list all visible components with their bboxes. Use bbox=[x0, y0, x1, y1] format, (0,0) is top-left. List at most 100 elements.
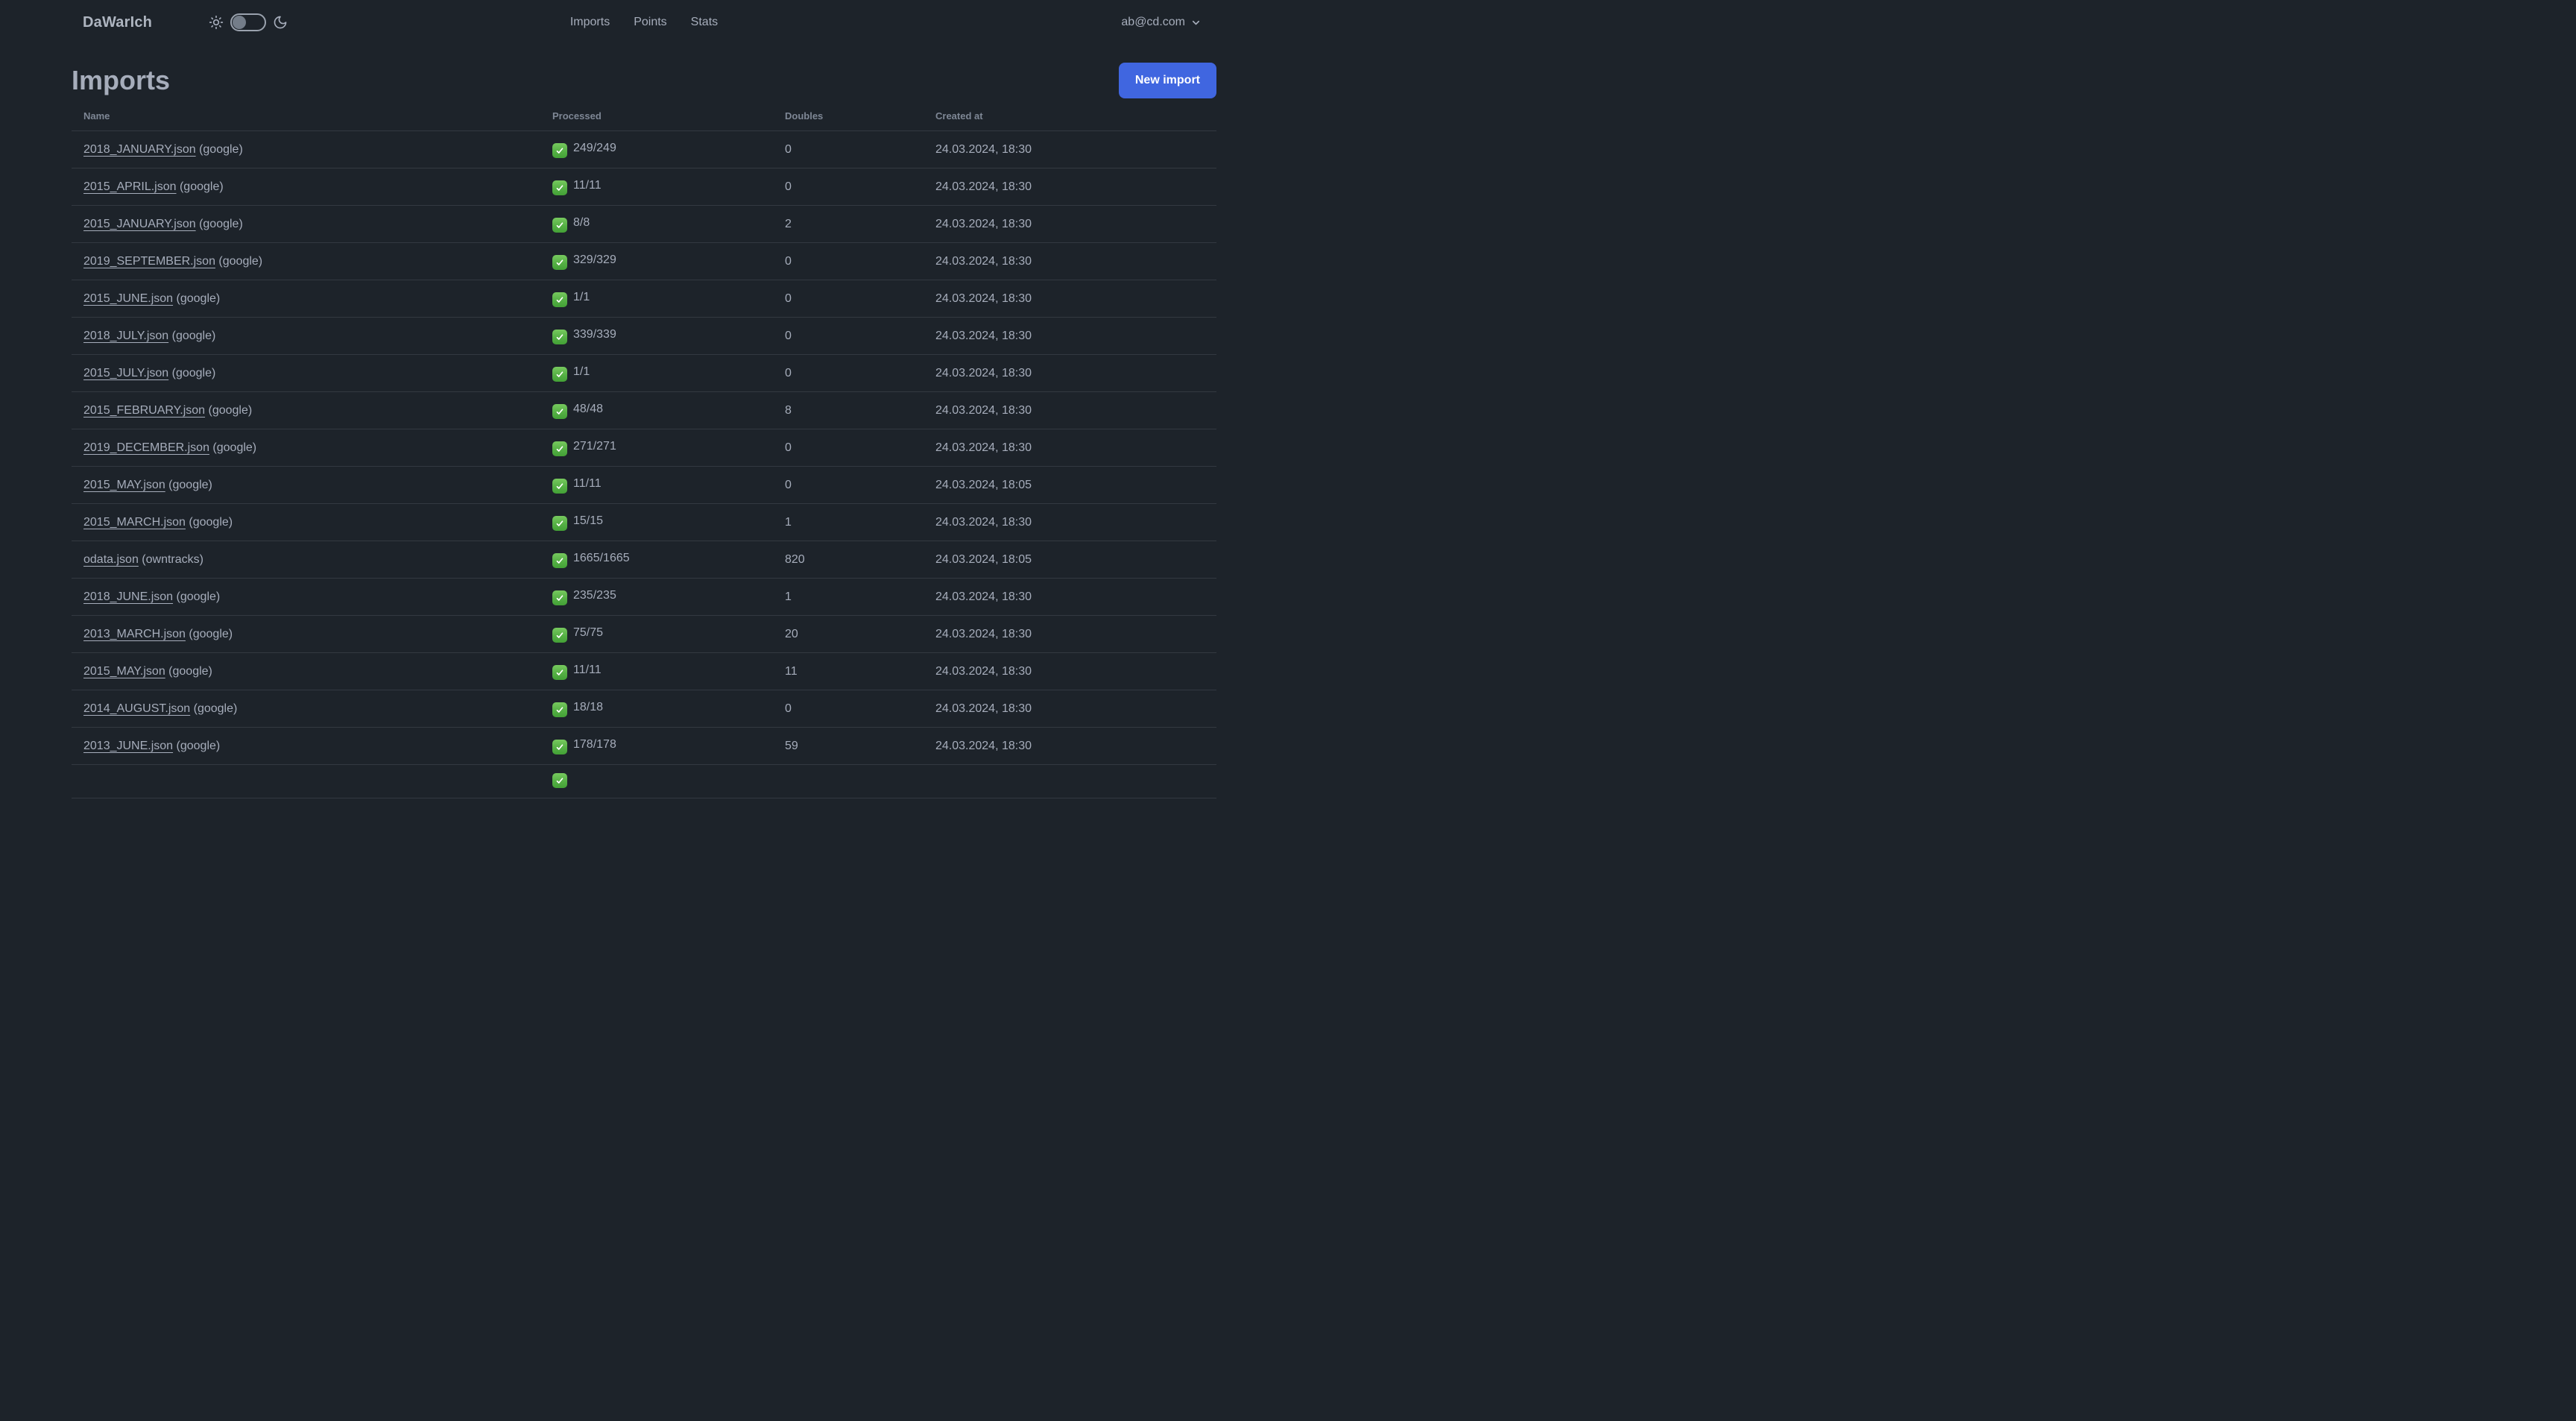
import-file-link[interactable]: 2019_SEPTEMBER.json bbox=[83, 255, 215, 268]
table-row: 2015_JULY.json (google) 1/1 0 24.03.2024… bbox=[72, 354, 1216, 392]
created-at-cell: 24.03.2024, 18:05 bbox=[924, 466, 1216, 504]
nav-link-points[interactable]: Points bbox=[634, 16, 666, 29]
created-at-cell: 24.03.2024, 18:30 bbox=[924, 503, 1216, 541]
import-file-link[interactable]: 2018_JULY.json bbox=[83, 330, 168, 342]
processed-cell: 15/15 bbox=[540, 503, 773, 541]
processed-count: 339/339 bbox=[573, 328, 616, 341]
import-file-link[interactable]: 2018_JUNE.json bbox=[83, 590, 173, 603]
doubles-cell: 8 bbox=[773, 391, 924, 429]
doubles-cell: 0 bbox=[773, 317, 924, 355]
import-file-link[interactable]: 2018_JANUARY.json bbox=[83, 143, 196, 156]
name-cell: 2015_MAY.json (google) bbox=[72, 466, 540, 504]
name-cell: 2015_JULY.json (google) bbox=[72, 354, 540, 392]
created-at-cell: 24.03.2024, 18:30 bbox=[924, 429, 1216, 467]
import-file-link[interactable]: 2015_FEBRUARY.json bbox=[83, 404, 205, 417]
import-source-label: (google) bbox=[176, 180, 224, 193]
created-at-cell: 24.03.2024, 18:30 bbox=[924, 280, 1216, 318]
table-row: 2018_JANUARY.json (google) 249/249 0 24.… bbox=[72, 130, 1216, 168]
check-icon bbox=[552, 516, 567, 531]
theme-toggle-group bbox=[209, 13, 288, 31]
import-file-link[interactable]: 2013_JUNE.json bbox=[83, 740, 173, 752]
created-at-cell: 24.03.2024, 18:30 bbox=[924, 130, 1216, 168]
import-file-link[interactable]: 2015_JUNE.json bbox=[83, 292, 173, 305]
name-cell: 2015_MAY.json (google) bbox=[72, 652, 540, 690]
table-row: 2015_FEBRUARY.json (google) 48/48 8 24.0… bbox=[72, 391, 1216, 429]
sun-icon bbox=[209, 15, 224, 30]
processed-count: 48/48 bbox=[573, 403, 604, 415]
table-row: 2015_JANUARY.json (google) 8/8 2 24.03.2… bbox=[72, 205, 1216, 243]
account-email: ab@cd.com bbox=[1121, 16, 1185, 28]
name-cell: 2015_JUNE.json (google) bbox=[72, 280, 540, 318]
table-row bbox=[72, 764, 1216, 798]
app-logo[interactable]: DaWarIch bbox=[83, 14, 152, 31]
created-at-cell: 24.03.2024, 18:30 bbox=[924, 615, 1216, 653]
created-at-cell: 24.03.2024, 18:30 bbox=[924, 727, 1216, 765]
doubles-cell: 0 bbox=[773, 429, 924, 467]
processed-count: 11/11 bbox=[573, 664, 602, 676]
name-cell: 2015_APRIL.json (google) bbox=[72, 168, 540, 206]
check-icon bbox=[552, 628, 567, 643]
doubles-cell bbox=[773, 764, 924, 798]
processed-count: 11/11 bbox=[573, 477, 602, 490]
name-cell: 2015_JANUARY.json (google) bbox=[72, 205, 540, 243]
name-cell: 2015_FEBRUARY.json (google) bbox=[72, 391, 540, 429]
doubles-cell: 20 bbox=[773, 615, 924, 653]
import-file-link[interactable]: 2014_AUGUST.json bbox=[83, 702, 190, 715]
created-at-cell: 24.03.2024, 18:30 bbox=[924, 354, 1216, 392]
table-row: 2014_AUGUST.json (google) 18/18 0 24.03.… bbox=[72, 690, 1216, 728]
import-file-link[interactable]: 2019_DECEMBER.json bbox=[83, 441, 209, 454]
processed-cell: 249/249 bbox=[540, 130, 773, 168]
import-file-link[interactable]: 2015_MAY.json bbox=[83, 665, 165, 678]
table-header-row: Name Processed Doubles Created at bbox=[72, 101, 1216, 131]
import-source-label: (google) bbox=[173, 740, 221, 752]
import-file-link[interactable]: 2015_APRIL.json bbox=[83, 180, 177, 193]
nav-link-imports[interactable]: Imports bbox=[570, 16, 610, 29]
check-icon bbox=[552, 292, 567, 307]
import-file-link[interactable]: 2015_MARCH.json bbox=[83, 516, 186, 529]
processed-cell: 11/11 bbox=[540, 652, 773, 690]
name-cell bbox=[72, 764, 540, 798]
processed-cell: 11/11 bbox=[540, 168, 773, 206]
processed-count: 1/1 bbox=[573, 291, 590, 303]
created-at-cell: 24.03.2024, 18:30 bbox=[924, 242, 1216, 280]
import-file-link[interactable]: 2015_MAY.json bbox=[83, 479, 165, 491]
doubles-cell: 0 bbox=[773, 690, 924, 728]
processed-cell: 1665/1665 bbox=[540, 541, 773, 579]
import-file-link[interactable]: 2013_MARCH.json bbox=[83, 628, 186, 640]
check-icon bbox=[552, 740, 567, 754]
table-row: 2015_MAY.json (google) 11/11 11 24.03.20… bbox=[72, 652, 1216, 690]
import-source-label: (google) bbox=[165, 665, 212, 678]
import-source-label: (google) bbox=[195, 143, 243, 156]
created-at-cell: 24.03.2024, 18:05 bbox=[924, 541, 1216, 579]
account-menu[interactable]: ab@cd.com bbox=[1121, 0, 1202, 45]
processed-cell: 1/1 bbox=[540, 354, 773, 392]
name-cell: 2013_JUNE.json (google) bbox=[72, 727, 540, 765]
name-cell: 2014_AUGUST.json (google) bbox=[72, 690, 540, 728]
imports-table: Name Processed Doubles Created at 2018_J… bbox=[72, 101, 1216, 798]
check-icon bbox=[552, 441, 567, 456]
name-cell: 2018_JULY.json (google) bbox=[72, 317, 540, 355]
doubles-cell: 2 bbox=[773, 205, 924, 243]
import-file-link[interactable]: 2015_JANUARY.json bbox=[83, 218, 196, 230]
processed-cell: 48/48 bbox=[540, 391, 773, 429]
theme-toggle-switch[interactable] bbox=[230, 13, 267, 31]
created-at-cell bbox=[924, 764, 1216, 798]
table-row: 2015_MAY.json (google) 11/11 0 24.03.202… bbox=[72, 466, 1216, 504]
created-at-cell: 24.03.2024, 18:30 bbox=[924, 690, 1216, 728]
processed-count: 18/18 bbox=[573, 701, 604, 713]
import-file-link[interactable]: odata.json bbox=[83, 553, 139, 566]
created-at-cell: 24.03.2024, 18:30 bbox=[924, 205, 1216, 243]
check-icon bbox=[552, 367, 567, 382]
import-source-label: (google) bbox=[195, 218, 243, 230]
created-at-cell: 24.03.2024, 18:30 bbox=[924, 317, 1216, 355]
import-file-link[interactable]: 2015_JULY.json bbox=[83, 367, 168, 379]
nav-link-stats[interactable]: Stats bbox=[691, 16, 718, 29]
created-at-cell: 24.03.2024, 18:30 bbox=[924, 168, 1216, 206]
processed-cell: 235/235 bbox=[540, 578, 773, 616]
navbar: DaWarIch Imports Points Stats ab@cd.com bbox=[0, 0, 1288, 45]
check-icon bbox=[552, 404, 567, 419]
page-title: Imports bbox=[72, 65, 171, 95]
created-at-cell: 24.03.2024, 18:30 bbox=[924, 578, 1216, 616]
processed-count: 75/75 bbox=[573, 626, 604, 639]
new-import-button[interactable]: New import bbox=[1118, 63, 1216, 98]
